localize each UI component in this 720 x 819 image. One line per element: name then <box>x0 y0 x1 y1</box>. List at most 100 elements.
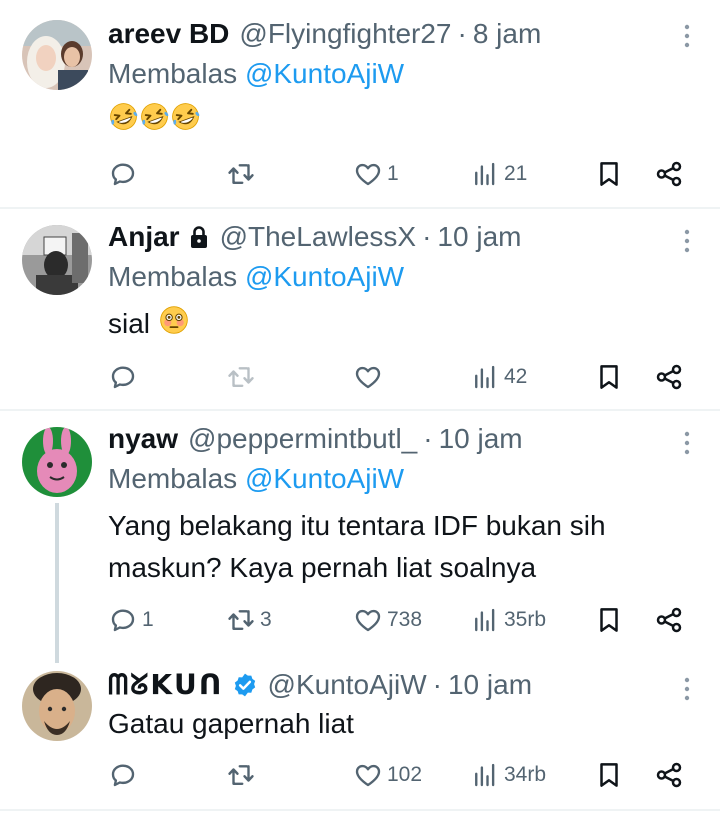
reply-count: 1 <box>142 608 154 631</box>
retweet-icon <box>226 159 256 189</box>
avatar[interactable] <box>22 671 92 741</box>
tweet-actions: 1 3 738 35rb <box>108 602 688 638</box>
timestamp[interactable]: 10 jam <box>437 217 521 257</box>
replying-to-label: Membalas <box>108 58 238 89</box>
reply-button[interactable] <box>108 359 138 395</box>
bookmark-button[interactable] <box>594 359 624 395</box>
retweet-icon <box>226 605 256 635</box>
reply-icon <box>108 159 138 189</box>
tweet-text <box>108 100 201 144</box>
share-icon <box>654 605 684 635</box>
retweet-icon <box>226 362 256 392</box>
separator-dot: · <box>432 669 442 700</box>
share-icon <box>654 760 684 790</box>
reply-mention-link[interactable]: @KuntoAjiW <box>245 58 404 89</box>
views-button[interactable]: 34rb <box>470 757 546 793</box>
user-name[interactable]: areev BD <box>108 14 229 54</box>
user-handle[interactable]: @Flyingfighter27 <box>239 14 451 54</box>
bookmark-icon <box>594 362 624 392</box>
reply-mention-link[interactable]: @KuntoAjiW <box>245 463 404 494</box>
views-button[interactable]: 42 <box>470 359 527 395</box>
tweet-reply[interactable]: ᗰᘜKᑌᑎ @KuntoAjiW · 10 jam Gatau gapernah… <box>0 663 720 809</box>
views-button[interactable]: 21 <box>470 156 527 192</box>
separator-dot: · <box>422 221 432 252</box>
views-count: 42 <box>504 365 528 388</box>
more-options-icon[interactable] <box>682 227 692 255</box>
more-options-icon[interactable] <box>682 675 692 703</box>
heart-icon <box>353 760 383 790</box>
tweet-reply[interactable]: nyaw @peppermintbutl_ · 10 jam Membalas … <box>0 411 720 663</box>
rolling-on-floor-laughing-emoji <box>139 101 170 144</box>
reply-button[interactable] <box>108 757 138 793</box>
heart-icon <box>353 159 383 189</box>
like-button[interactable] <box>353 359 383 395</box>
avatar[interactable] <box>22 20 92 90</box>
views-count: 35rb <box>504 608 547 631</box>
tweet-text-line: maskun? Kaya pernah liat soalnya <box>108 552 537 583</box>
tweet-text: Gatau gapernah liat <box>108 703 354 745</box>
share-icon <box>654 159 684 189</box>
views-count: 34rb <box>504 763 547 786</box>
replying-to-label: Membalas <box>108 463 238 494</box>
separator-dot: · <box>457 18 467 49</box>
retweet-button-disabled <box>226 359 256 395</box>
reply-button[interactable]: 1 <box>108 602 154 638</box>
rolling-on-floor-laughing-emoji <box>170 101 201 144</box>
user-handle[interactable]: @TheLawlessX <box>220 217 417 257</box>
avatar[interactable] <box>22 427 92 497</box>
retweet-icon <box>226 760 256 790</box>
timestamp[interactable]: 10 jam <box>448 665 532 705</box>
tweet-text: Yang belakang itu tentara IDF bukan sih … <box>108 505 606 589</box>
thread-connector-line <box>55 503 59 663</box>
more-options-icon[interactable] <box>682 429 692 457</box>
share-button[interactable] <box>654 156 684 192</box>
replying-to: Membalas @KuntoAjiW <box>108 54 404 94</box>
replying-to: Membalas @KuntoAjiW <box>108 257 404 297</box>
share-button[interactable] <box>654 757 684 793</box>
tweet-text-line: Yang belakang itu tentara IDF bukan sih <box>108 510 606 541</box>
divider <box>0 809 720 811</box>
more-options-icon[interactable] <box>682 22 692 50</box>
replying-to: Membalas @KuntoAjiW <box>108 459 404 499</box>
verified-badge-icon <box>234 673 255 697</box>
reply-mention-link[interactable]: @KuntoAjiW <box>245 261 404 292</box>
retweet-button[interactable] <box>226 757 256 793</box>
share-button[interactable] <box>654 602 684 638</box>
views-chart-icon <box>470 760 500 790</box>
user-name[interactable]: Anjar <box>108 217 180 257</box>
views-chart-icon <box>470 159 500 189</box>
user-name[interactable]: ᗰᘜKᑌᑎ <box>108 665 224 705</box>
share-button[interactable] <box>654 359 684 395</box>
replying-to-label: Membalas <box>108 261 238 292</box>
user-handle[interactable]: @peppermintbutl_ <box>188 419 417 459</box>
bookmark-icon <box>594 760 624 790</box>
views-count: 21 <box>504 162 528 185</box>
bookmark-button[interactable] <box>594 602 624 638</box>
views-button[interactable]: 35rb <box>470 602 546 638</box>
retweet-button[interactable]: 3 <box>226 602 272 638</box>
reply-icon <box>108 605 138 635</box>
timestamp[interactable]: 10 jam <box>439 419 523 459</box>
tweet-reply[interactable]: Anjar @TheLawlessX · 10 jam Membalas @Ku… <box>0 209 720 409</box>
bookmark-button[interactable] <box>594 156 624 192</box>
views-chart-icon <box>470 362 500 392</box>
bookmark-icon <box>594 605 624 635</box>
reply-button[interactable] <box>108 156 138 192</box>
retweet-count: 3 <box>260 608 272 631</box>
heart-icon <box>353 362 383 392</box>
avatar[interactable] <box>22 225 92 295</box>
tweet-actions: 1 21 <box>108 156 688 192</box>
timestamp[interactable]: 8 jam <box>473 14 541 54</box>
share-icon <box>654 362 684 392</box>
like-button[interactable]: 102 <box>353 757 422 793</box>
tweet-text-content: sial <box>108 308 151 339</box>
like-button[interactable]: 738 <box>353 602 422 638</box>
bookmark-icon <box>594 159 624 189</box>
user-handle[interactable]: @KuntoAjiW <box>268 665 427 705</box>
retweet-button[interactable] <box>226 156 256 192</box>
user-name[interactable]: nyaw <box>108 419 178 459</box>
lock-icon <box>190 226 207 248</box>
tweet-reply[interactable]: areev BD @Flyingfighter27 · 8 jam Membal… <box>0 0 720 208</box>
like-button[interactable]: 1 <box>353 156 399 192</box>
bookmark-button[interactable] <box>594 757 624 793</box>
